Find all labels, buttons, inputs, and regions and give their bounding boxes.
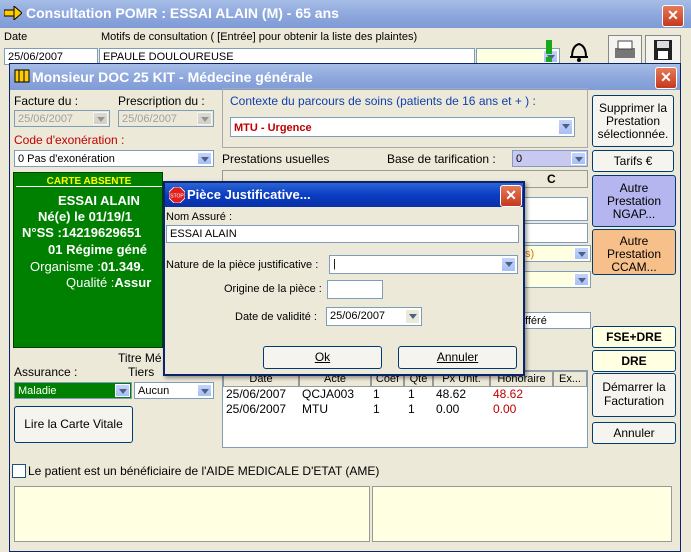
annuler-button[interactable]: Annuler [592,422,676,444]
base-tarification-label: Base de tarification : [387,152,496,166]
card-reader-icon [14,69,30,83]
dialog-title: Pièce Justificative... [187,187,311,202]
tarifs-button[interactable]: Tarifs € [592,150,674,172]
dre-button[interactable]: DRE [592,350,676,372]
dialog-title-bar: STOP Pièce Justificative... ✕ [165,183,523,207]
dialog-annuler-button[interactable]: Annuler [398,346,517,369]
assurance-label: Assurance : [14,365,78,379]
patient-name: ESSAI ALAIN [58,193,140,208]
qualite-line: Qualité :Assur [66,275,152,290]
outer-title-bar: Consultation POMR : ESSAI ALAIN (M) - 65… [0,0,691,28]
organisme-line: Organisme :01.349. [30,259,145,274]
printer-icon [615,40,635,58]
prestation-select-1[interactable]: s) [521,245,591,262]
dialog-close-button[interactable]: ✕ [500,185,522,207]
nature-piece-select[interactable]: | [329,255,518,274]
outer-window-title: Consultation POMR : ESSAI ALAIN (M) - 65… [26,5,339,21]
fse-dre-button[interactable]: FSE+DRE [592,326,676,348]
ok-button[interactable]: Ok [263,346,382,369]
bell-icon[interactable] [566,38,592,64]
motifs-label: Motifs de consultation ( [Entrée] pour o… [101,31,418,43]
tiers-select[interactable]: Aucun [134,382,214,399]
nature-piece-label: Nature de la pièce justificative : [166,259,319,271]
print-button[interactable] [608,35,642,65]
contexte-select[interactable]: MTU - Urgence [230,117,575,137]
arrow-right-icon [4,6,22,20]
contexte-label: Contexte du parcours de soins (patients … [230,94,536,108]
stop-icon: STOP [169,187,185,203]
prestations-usuelles-label: Prestations usuelles [222,152,330,166]
origine-piece-label: Origine de la pièce : [224,283,322,295]
exoneration-label: Code d'exonération : [14,133,125,147]
prestation-field-2[interactable] [521,223,588,243]
nom-assure-field[interactable]: ESSAI ALAIN [166,225,519,243]
ame-label: Le patient est un bénéficiaire de l'AIDE… [28,464,380,478]
date-label: Date [4,31,28,43]
differe-field[interactable]: fféré [521,312,591,329]
billing-window-title: Monsieur DOC 25 KIT - Médecine générale [32,69,313,85]
patient-nss: N°SS :14219629651 [22,225,142,240]
base-tarification-select[interactable]: 0 [512,150,588,167]
carte-vitale-panel: CARTE ABSENTE ESSAI ALAIN Né(e) le 01/19… [13,172,163,348]
save-button[interactable] [645,35,681,65]
notes-panel-right[interactable] [372,486,672,542]
piece-justificative-dialog: STOP Pièce Justificative... ✕ Nom Assuré… [163,181,525,376]
ame-checkbox[interactable] [12,464,26,478]
origine-piece-input[interactable] [327,280,383,299]
autre-prestation-ngap-button[interactable]: Autre Prestation NGAP... [592,175,676,227]
billing-title-bar: Monsieur DOC 25 KIT - Médecine générale … [10,64,680,90]
notes-panel-left[interactable] [14,486,370,542]
assurance-select[interactable]: Maladie [14,382,132,399]
alert-icon[interactable] [538,38,560,64]
patient-birthdate: Né(e) le 01/19/1 [38,209,132,224]
table-row[interactable]: 25/06/2007 QCJA003 1 1 48.62 48.62 [223,387,587,402]
outer-close-button[interactable]: ✕ [662,5,684,27]
table-row[interactable]: 25/06/2007 MTU 1 1 0.00 0.00 [223,402,587,417]
titre-label: Titre Mé [118,351,162,365]
col-c-header: C [547,172,556,186]
demarrer-facturation-button[interactable]: Démarrer la Facturation [592,373,676,417]
prestation-select-2[interactable] [521,271,591,288]
prescription-date-field[interactable]: 25/06/2007 [118,110,214,127]
nom-assure-label: Nom Assuré : [166,211,233,223]
prestation-field-1[interactable] [521,197,588,221]
autre-prestation-ccam-button[interactable]: Autre Prestation CCAM... [592,229,676,275]
date-validite-label: Date de validité : [235,311,317,323]
svg-text:STOP: STOP [170,194,184,200]
facture-date-field[interactable]: 25/06/2007 [14,110,110,127]
facture-label: Facture du : [14,94,79,108]
supprimer-prestation-button[interactable]: Supprimer la Prestation sélectionnée. [592,95,674,147]
actes-table: Date Acte Coef Qté Px Unit. Honoraire Ex… [222,370,588,448]
billing-close-button[interactable]: ✕ [655,67,677,89]
patient-regime: 01 Régime géné [48,242,147,257]
col-ex-header: Ex... [553,371,587,387]
tiers-label: Tiers [128,365,155,379]
floppy-disk-icon [654,40,672,60]
prescription-label: Prescription du : [118,94,205,108]
date-validite-field[interactable]: 25/06/2007 [326,307,422,326]
lire-carte-vitale-button[interactable]: Lire la Carte Vitale [14,406,133,443]
exoneration-select[interactable]: 0 Pas d'exonération [14,150,214,167]
